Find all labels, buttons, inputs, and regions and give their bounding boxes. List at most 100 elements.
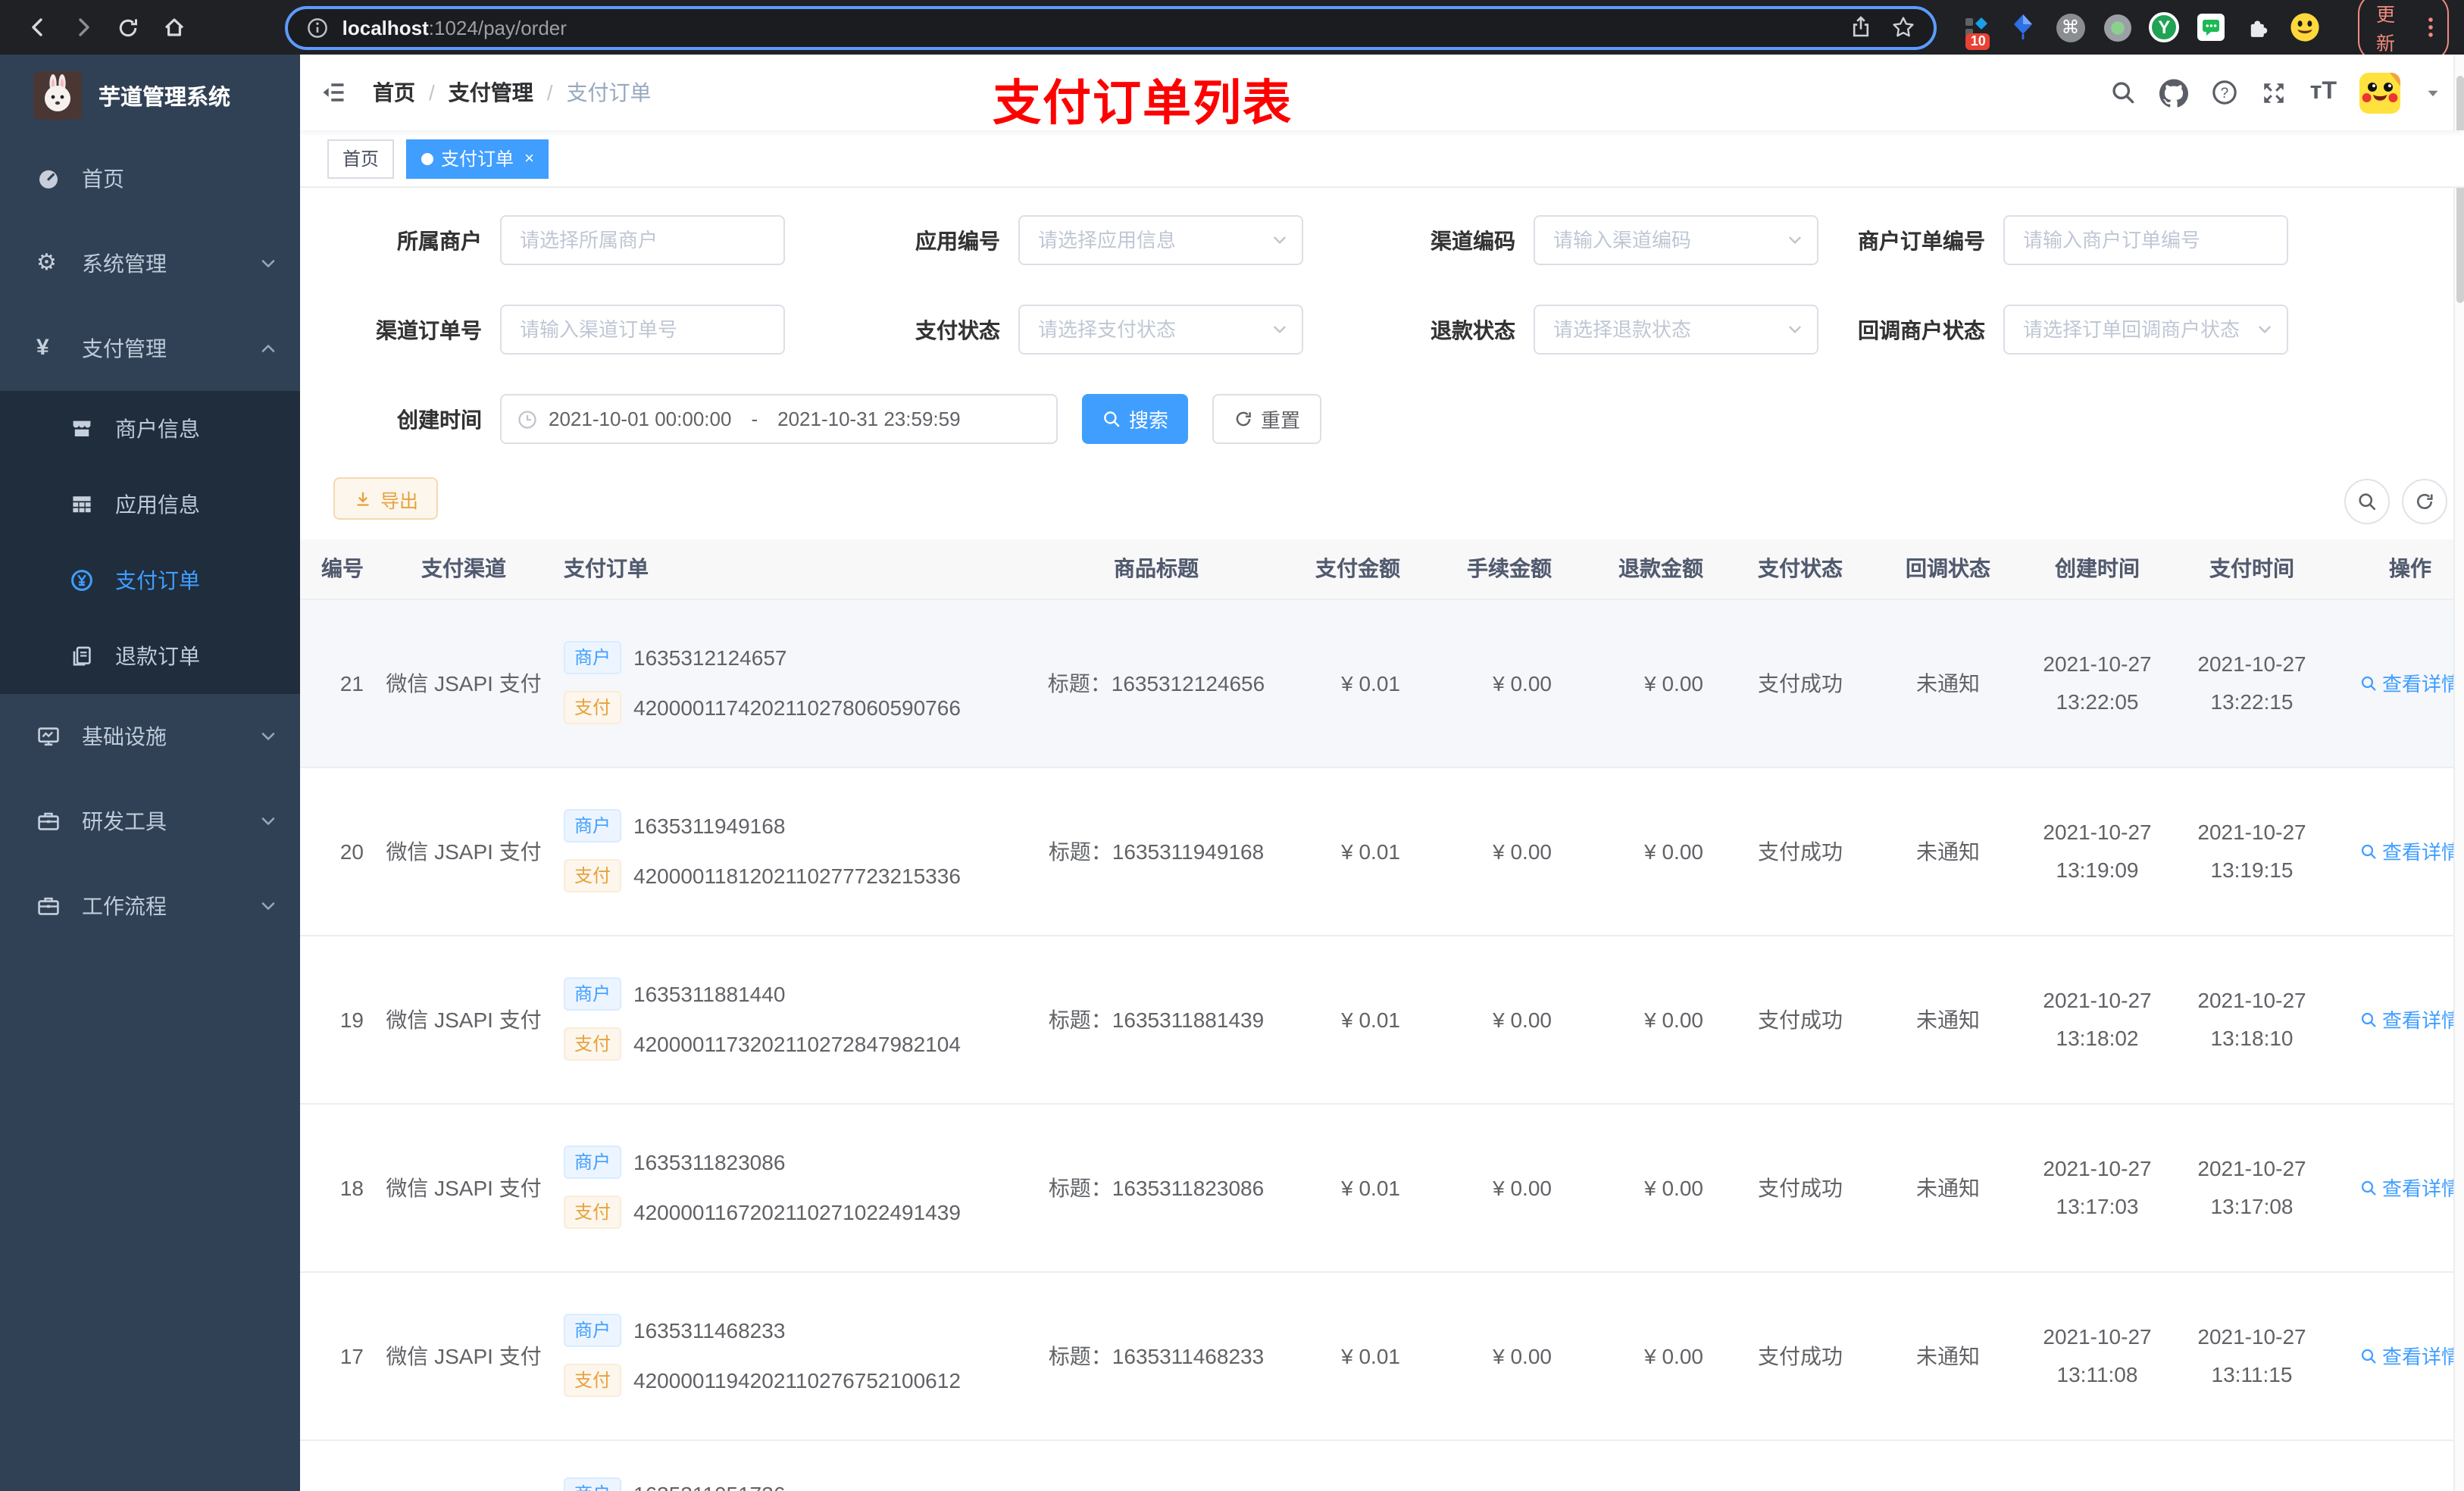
extension-chat-icon[interactable] <box>2196 12 2226 42</box>
browser-forward-button[interactable] <box>61 6 106 48</box>
help-icon[interactable] <box>2212 79 2239 106</box>
cell-id: 20 <box>300 767 379 936</box>
merchant-order-no: 1635311823086 <box>633 1150 786 1174</box>
sidebar: 芋道管理系统 首页 ⚙ 系统管理 ¥ 支付管理 商户信息 应用信息 支付订单 退… <box>0 55 300 1491</box>
merchant-tag: 商户 <box>564 977 622 1011</box>
download-icon <box>353 489 373 508</box>
search-icon[interactable] <box>2110 79 2137 106</box>
tab-pay-order[interactable]: 支付订单 × <box>406 139 549 178</box>
breadcrumb-pay-manage[interactable]: 支付管理 <box>449 77 533 108</box>
browser-reload-button[interactable] <box>106 6 152 48</box>
col-amount: 支付金额 <box>1315 539 1421 599</box>
sidebar-item-label: 商户信息 <box>115 417 200 441</box>
monitor-icon <box>36 724 61 749</box>
reset-button[interactable]: 重置 <box>1212 394 1321 444</box>
extension-tabs-icon[interactable]: 10 <box>1962 12 1992 50</box>
app-logo[interactable]: 芋道管理系统 <box>0 55 300 136</box>
channel-order-no-filter-input[interactable] <box>500 305 785 355</box>
cell-pay-time: 2021-10-27 13:11:15 <box>2175 1271 2329 1440</box>
extension-command-icon[interactable]: ⌘ <box>2056 12 2086 42</box>
breadcrumb-separator: / <box>546 80 553 105</box>
cell-actions: 查看详情 <box>2329 935 2464 1104</box>
search-button[interactable]: 搜索 <box>1082 394 1188 444</box>
extension-kite-icon[interactable] <box>2009 12 2039 42</box>
view-detail-link[interactable]: 查看详情 <box>2359 668 2461 697</box>
gear-icon: ⚙ <box>36 250 57 276</box>
breadcrumb-separator: / <box>429 80 435 105</box>
browser-home-button[interactable] <box>152 6 197 48</box>
site-info-icon[interactable] <box>306 16 329 39</box>
cell-pay-time: 2021-10-27 13:17:08 <box>2175 1103 2329 1272</box>
cell-notify: 未通知 <box>1876 935 2020 1104</box>
export-button-label: 导出 <box>380 490 419 511</box>
user-menu-caret-icon[interactable] <box>2423 83 2443 102</box>
search-icon <box>2359 1010 2378 1028</box>
browser-back-button[interactable] <box>15 6 61 48</box>
sidebar-item-refund-order[interactable]: 退款订单 <box>0 618 300 694</box>
grid-icon <box>70 492 94 517</box>
cell-title: 标题：1635311881439 <box>997 935 1315 1104</box>
refresh-icon <box>1234 409 1253 429</box>
browser-update-button[interactable]: 更新 <box>2358 0 2449 62</box>
search-icon <box>2359 842 2378 860</box>
shop-icon <box>70 417 94 441</box>
merchant-filter-input[interactable] <box>500 215 785 265</box>
cell-status: 支付成功 <box>1724 935 1876 1104</box>
view-detail-link[interactable]: 查看详情 <box>2359 1341 2461 1370</box>
sidebar-item-app-info[interactable]: 应用信息 <box>0 467 300 542</box>
col-actions: 操作 <box>2329 539 2464 599</box>
sidebar-item-pay[interactable]: ¥ 支付管理 <box>0 306 300 391</box>
export-button[interactable]: 导出 <box>333 477 439 520</box>
browser-menu-icon[interactable] <box>2428 17 2434 38</box>
cell-id: 17 <box>300 1271 379 1440</box>
app-filter-select[interactable] <box>1018 215 1303 265</box>
chevron-down-icon <box>258 896 279 917</box>
notify-status-filter-select[interactable] <box>2003 305 2288 355</box>
yen-circle-icon <box>70 568 94 592</box>
cell-create-time: 2021-10-27 13:17:03 <box>2020 1103 2175 1272</box>
share-icon[interactable] <box>1850 15 1874 39</box>
view-detail-link[interactable]: 查看详情 <box>2359 836 2461 865</box>
bookmark-star-icon[interactable] <box>1892 15 1916 39</box>
view-detail-link[interactable]: 查看详情 <box>2359 1005 2461 1033</box>
page-scrollbar[interactable] <box>2453 55 2464 1491</box>
tab-close-icon[interactable]: × <box>524 149 534 167</box>
table-row-partial: 商户 1635311051736 <box>300 1439 2464 1491</box>
sidebar-item-dev-tools[interactable]: 研发工具 <box>0 779 300 864</box>
url-host: localhost <box>342 16 429 39</box>
cell-pay-order: 商户 1635311949168 支付 4200001181202110277723… <box>549 767 997 936</box>
sidebar-item-merchant-info[interactable]: 商户信息 <box>0 391 300 467</box>
merchant-filter-label: 所属商户 <box>397 228 482 252</box>
sidebar-item-home[interactable]: 首页 <box>0 136 300 221</box>
create-time-range-picker[interactable]: 2021-10-01 00:00:00 - 2021-10-31 23:59:5… <box>500 394 1058 444</box>
sidebar-item-system[interactable]: ⚙ 系统管理 <box>0 221 300 306</box>
tab-home[interactable]: 首页 <box>327 139 395 178</box>
pay-order-no: 4200001181202110277723215336 <box>633 864 961 888</box>
merchant-tag: 商户 <box>564 1477 622 1491</box>
fullscreen-icon[interactable] <box>2262 80 2287 105</box>
sidebar-item-workflow[interactable]: 工作流程 <box>0 864 300 949</box>
extension-dot-icon[interactable] <box>2102 12 2132 42</box>
sidebar-item-pay-order[interactable]: 支付订单 <box>0 542 300 618</box>
github-icon[interactable] <box>2160 78 2189 107</box>
sidebar-submenu-pay: 商户信息 应用信息 支付订单 退款订单 <box>0 391 300 694</box>
toggle-search-button[interactable] <box>2344 479 2390 524</box>
address-bar[interactable]: localhost:1024/pay/order <box>284 5 1937 49</box>
extensions-puzzle-icon[interactable] <box>2243 12 2273 42</box>
merchant-order-no: 1635311468233 <box>633 1318 786 1343</box>
pay-status-filter-select[interactable] <box>1018 305 1303 355</box>
chevron-down-icon <box>258 253 279 274</box>
browser-profile-avatar[interactable] <box>2290 12 2320 42</box>
extension-y-icon[interactable]: Y <box>2149 12 2180 42</box>
breadcrumb-home[interactable]: 首页 <box>373 77 415 108</box>
view-detail-link[interactable]: 查看详情 <box>2359 1173 2461 1202</box>
cell-create-time: 2021-10-27 13:11:08 <box>2020 1271 2175 1440</box>
sidebar-item-infra[interactable]: 基础设施 <box>0 694 300 779</box>
refresh-table-button[interactable] <box>2402 479 2447 524</box>
font-size-icon[interactable]: ᴛT <box>2310 79 2337 106</box>
merchant-order-no-filter-input[interactable] <box>2003 215 2288 265</box>
sidebar-fold-button[interactable] <box>300 79 367 106</box>
sidebar-item-label: 基础设施 <box>82 724 167 749</box>
user-avatar[interactable] <box>2359 72 2400 113</box>
merchant-order-no-filter-label: 商户订单编号 <box>1858 228 1985 252</box>
